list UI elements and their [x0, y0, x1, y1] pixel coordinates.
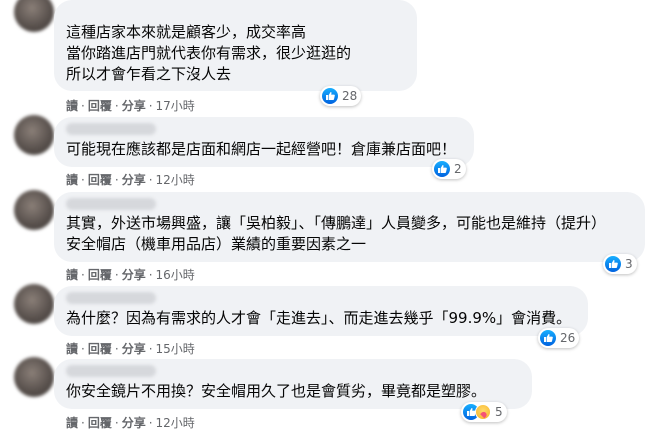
read-link[interactable]: 讀	[66, 99, 78, 113]
reaction-summary[interactable]: 3	[603, 254, 637, 274]
timestamp[interactable]: 15小時	[156, 342, 195, 356]
read-link[interactable]: 讀	[66, 416, 78, 430]
comment-text: 你安全鏡片不用換？安全帽用久了也是會質劣，畢竟都是塑膠。	[66, 381, 520, 402]
share-link[interactable]: 分享	[122, 416, 146, 430]
timestamp[interactable]: 12小時	[156, 416, 195, 430]
timestamp[interactable]: 16小時	[156, 268, 195, 282]
comment-line: 可能現在應該都是店面和網店一起經營吧！倉庫兼店面吧！	[66, 140, 457, 158]
comment-bubble: 其實，外送市場興盛，讓「吳柏毅」、「傳鵬達」人員變多，可能也是維持（提升） 安全…	[54, 192, 645, 262]
comment-text: 可能現在應該都是店面和網店一起經營吧！倉庫兼店面吧！	[66, 139, 462, 160]
reaction-count: 5	[495, 405, 503, 419]
reply-link[interactable]: 回覆	[88, 268, 112, 282]
separator: ·	[148, 99, 153, 113]
comment-line: 所以才會乍看之下沒人去	[66, 65, 232, 83]
avatar[interactable]	[14, 357, 54, 397]
comment-line: 這種店家本來就是顧客少，成交率高	[66, 23, 307, 41]
reaction-summary[interactable]: 2	[432, 159, 466, 179]
comment-bubble: 可能現在應該都是店面和網店一起經營吧！倉庫兼店面吧！	[54, 117, 474, 167]
timestamp[interactable]: 17小時	[156, 99, 195, 113]
read-link[interactable]: 讀	[66, 173, 78, 187]
avatar[interactable]	[14, 115, 54, 155]
comment-text: 其實，外送市場興盛，讓「吳柏毅」、「傳鵬達」人員變多，可能也是維持（提升） 安全…	[66, 213, 633, 255]
like-icon	[322, 88, 338, 104]
reply-link[interactable]: 回覆	[88, 173, 112, 187]
comment-text: 這種店家本來就是顧客少，成交率高 當你踏進店門就代表你有需求，很少逛逛的 所以才…	[66, 22, 405, 85]
share-link[interactable]: 分享	[122, 342, 146, 356]
comment-actions: 讀 · 回覆 · 分享 · 12小時	[66, 414, 195, 431]
share-link[interactable]: 分享	[122, 99, 146, 113]
avatar[interactable]	[14, 0, 54, 32]
comment-actions: 讀 · 回覆 · 分享 · 12小時	[66, 171, 195, 188]
author-name[interactable]	[66, 198, 156, 210]
reaction-summary[interactable]: 26	[538, 328, 580, 348]
separator: ·	[148, 416, 153, 430]
share-link[interactable]: 分享	[122, 268, 146, 282]
like-icon	[605, 256, 621, 272]
separator: ·	[81, 416, 85, 430]
reaction-count: 28	[342, 89, 358, 103]
comment-text: 為什麼？因為有需求的人才會「走進去」、而走進去幾乎「99.9%」會消費。	[66, 308, 576, 329]
reaction-summary[interactable]: 5	[461, 402, 507, 422]
separator: ·	[114, 268, 119, 282]
separator: ·	[114, 416, 119, 430]
comment-actions: 讀 · 回覆 · 分享 · 16小時	[66, 266, 195, 283]
comment-line: 你安全鏡片不用換？安全帽用久了也是會質劣，畢竟都是塑膠。	[66, 382, 487, 400]
reaction-count: 3	[625, 257, 633, 271]
comment-bubble: 你安全鏡片不用換？安全帽用久了也是會質劣，畢竟都是塑膠。	[54, 359, 532, 409]
reaction-count: 2	[454, 162, 462, 176]
comment-line: 其實，外送市場興盛，讓「吳柏毅」、「傳鵬達」人員變多，可能也是維持（提升）	[66, 214, 607, 232]
avatar[interactable]	[14, 284, 54, 324]
separator: ·	[114, 173, 119, 187]
comment-actions: 讀 · 回覆 · 分享 · 15小時	[66, 340, 195, 357]
separator: ·	[81, 342, 85, 356]
share-link[interactable]: 分享	[122, 173, 146, 187]
separator: ·	[81, 268, 85, 282]
reply-link[interactable]: 回覆	[88, 416, 112, 430]
separator: ·	[81, 99, 85, 113]
author-name[interactable]	[66, 123, 156, 135]
avatar[interactable]	[14, 190, 54, 230]
comment-line: 為什麼？因為有需求的人才會「走進去」、而走進去幾乎「99.9%」會消費。	[66, 309, 572, 327]
author-name[interactable]	[66, 365, 156, 377]
separator: ·	[148, 268, 153, 282]
separator: ·	[114, 99, 119, 113]
read-link[interactable]: 讀	[66, 268, 78, 282]
comment-actions: 讀 · 回覆 · 分享 · 17小時	[66, 97, 195, 114]
reply-link[interactable]: 回覆	[88, 342, 112, 356]
separator: ·	[148, 342, 153, 356]
comment-line: 安全帽店（機車用品店）業績的重要因素之一	[66, 235, 367, 253]
like-icon	[434, 161, 450, 177]
comment-bubble: 為什麼？因為有需求的人才會「走進去」、而走進去幾乎「99.9%」會消費。	[54, 286, 588, 336]
comment-bubble: 這種店家本來就是顧客少，成交率高 當你踏進店門就代表你有需求，很少逛逛的 所以才…	[54, 0, 417, 91]
separator: ·	[148, 173, 153, 187]
author-name[interactable]	[66, 292, 156, 304]
separator: ·	[81, 173, 85, 187]
separator: ·	[114, 342, 119, 356]
comment-line: 當你踏進店門就代表你有需求，很少逛逛的	[66, 44, 352, 62]
read-link[interactable]: 讀	[66, 342, 78, 356]
reaction-count: 26	[560, 331, 576, 345]
reaction-summary[interactable]: 28	[320, 86, 362, 106]
like-icon	[540, 330, 556, 346]
reply-link[interactable]: 回覆	[88, 99, 112, 113]
care-icon	[475, 404, 491, 420]
timestamp[interactable]: 12小時	[156, 173, 195, 187]
